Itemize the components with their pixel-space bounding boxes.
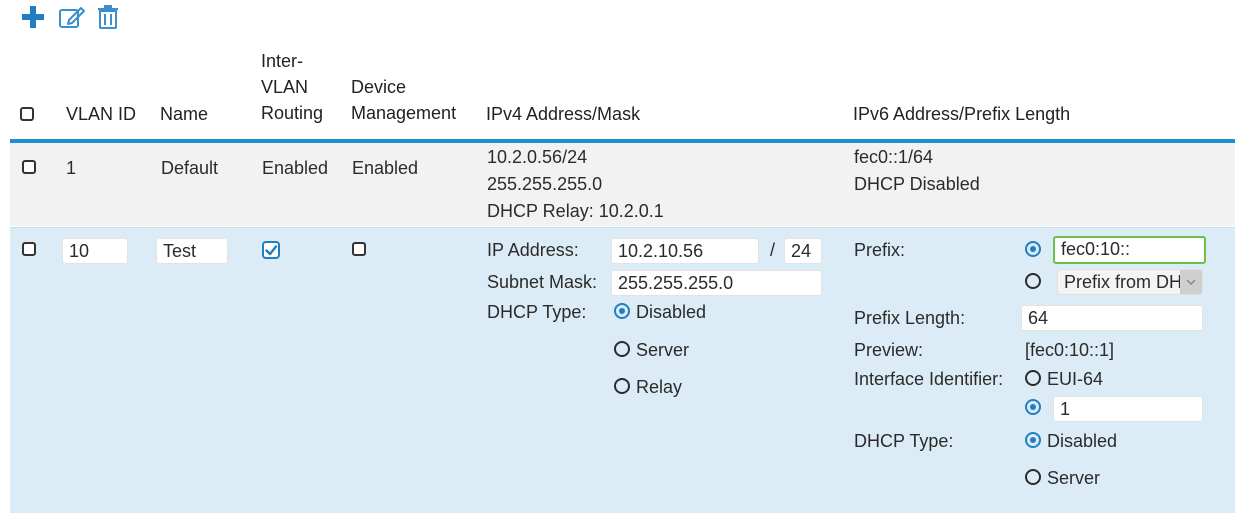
iface-eui64-radio[interactable] — [1025, 370, 1041, 386]
header-device-management[interactable]: Device Management — [351, 74, 456, 126]
vlan-name-input[interactable]: Test — [156, 238, 228, 264]
header-device-mgmt-line2: Management — [351, 103, 457, 123]
row1-vlan-id: 1 — [66, 158, 77, 178]
select-all-checkbox[interactable] — [20, 107, 34, 121]
pencil-edit-icon[interactable] — [58, 4, 85, 30]
header-inter-vlan-line2: VLAN — [261, 77, 309, 97]
ipv4-dhcp-type-label: DHCP Type: — [487, 302, 587, 322]
ipv6-dhcp-disabled-label[interactable]: Disabled — [1047, 429, 1117, 453]
inter-vlan-routing-checkbox[interactable] — [262, 241, 280, 259]
ipv4-dhcp-relay-radio[interactable] — [614, 378, 630, 394]
ipv4-dhcp-relay-label[interactable]: Relay — [636, 375, 682, 399]
prefix-length-label: Prefix Length: — [854, 308, 966, 328]
ipv4-dhcp-disabled-label[interactable]: Disabled — [636, 300, 706, 324]
row2-checkbox[interactable] — [22, 242, 36, 256]
interface-identifier-input[interactable]: 1 — [1053, 396, 1203, 422]
row1-ipv4-mask: 255.255.255.0 — [487, 174, 603, 194]
prefix-length-input[interactable]: 64 — [1021, 305, 1203, 331]
chevron-down-icon — [1180, 270, 1202, 294]
row1-ipv6-dhcp: DHCP Disabled — [854, 174, 980, 194]
ipv6-dhcp-disabled-radio[interactable] — [1025, 432, 1041, 448]
ipv6-dhcp-type-label: DHCP Type: — [854, 431, 954, 451]
row1-name: Default — [161, 158, 219, 178]
iface-eui64-label[interactable]: EUI-64 — [1047, 367, 1103, 391]
ipv4-dhcp-disabled-radio[interactable] — [614, 303, 630, 319]
header-name[interactable]: Name — [160, 101, 208, 127]
row1-checkbox[interactable] — [22, 160, 36, 174]
preview-value: [fec0:10::1] — [1025, 340, 1115, 360]
device-management-checkbox[interactable] — [352, 242, 366, 256]
subnet-mask-label: Subnet Mask: — [487, 272, 598, 292]
row1-ipv6-address: fec0::1/64 — [854, 147, 934, 167]
row1-inter-vlan: Enabled — [262, 158, 329, 178]
row1-device-mgmt: Enabled — [352, 158, 419, 178]
row1-dhcp-relay: DHCP Relay: 10.2.0.1 — [487, 201, 664, 221]
header-ipv4[interactable]: IPv4 Address/Mask — [486, 101, 640, 127]
ipv4-dhcp-server-radio[interactable] — [614, 341, 630, 357]
checkmark-icon — [262, 241, 280, 259]
ip-address-label: IP Address: — [487, 240, 579, 260]
ip-address-input[interactable]: 10.2.10.56 — [611, 238, 759, 264]
header-vlan-id[interactable]: VLAN ID — [66, 101, 136, 127]
ipv4-dhcp-server-label[interactable]: Server — [636, 338, 689, 362]
ipv6-dhcp-server-radio[interactable] — [1025, 469, 1041, 485]
ipv6-prefix-label: Prefix: — [854, 240, 906, 260]
header-device-mgmt-line1: Device — [351, 77, 407, 97]
row1-ipv4-address: 10.2.0.56/24 — [487, 147, 588, 167]
ip-prefix-separator: / — [770, 240, 776, 260]
plus-icon[interactable] — [20, 4, 46, 30]
prefix-from-dhcp-select[interactable]: Prefix from DHCP — [1057, 269, 1203, 295]
header-inter-vlan-line3: Routing — [261, 103, 324, 123]
ipv6-prefix-manual-radio[interactable] — [1025, 241, 1041, 257]
vlan-id-input[interactable]: 10 — [62, 238, 128, 264]
header-ipv6[interactable]: IPv6 Address/Prefix Length — [853, 101, 1070, 127]
subnet-mask-input[interactable]: 255.255.255.0 — [611, 270, 822, 296]
header-inter-vlan-line1: Inter- — [261, 51, 304, 71]
header-inter-vlan-routing[interactable]: Inter- VLAN Routing — [261, 48, 323, 126]
trash-icon[interactable] — [96, 4, 122, 30]
preview-label: Preview: — [854, 340, 924, 360]
iface-manual-radio[interactable] — [1025, 399, 1041, 415]
ipv6-prefix-dhcp-radio[interactable] — [1025, 273, 1041, 289]
interface-identifier-label: Interface Identifier: — [854, 369, 1004, 389]
ipv4-prefix-input[interactable]: 24 — [784, 238, 822, 264]
ipv6-dhcp-server-label[interactable]: Server — [1047, 466, 1100, 490]
ipv6-prefix-input[interactable]: fec0:10:: — [1053, 236, 1206, 264]
